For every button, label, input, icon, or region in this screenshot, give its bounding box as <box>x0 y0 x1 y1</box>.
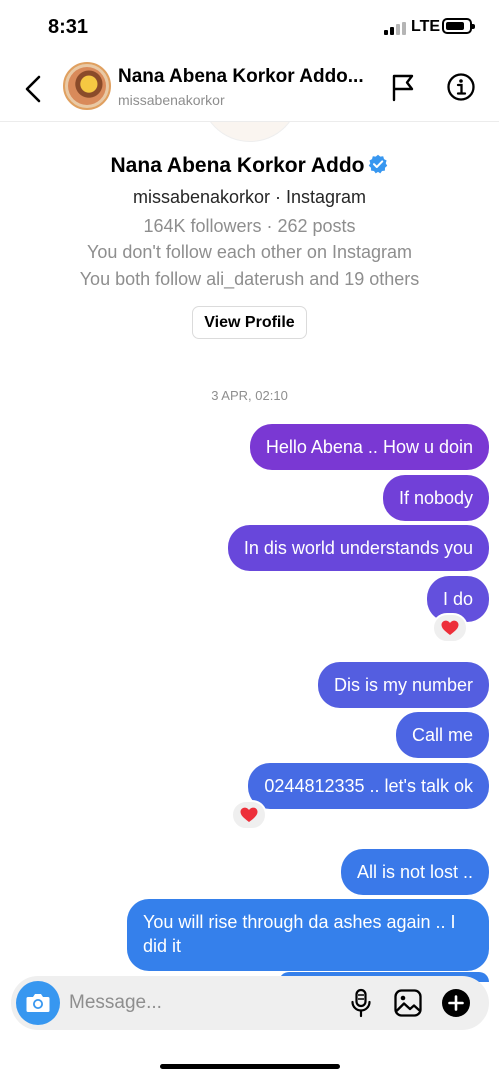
message-bubble[interactable]: Dis is my number <box>317 662 489 708</box>
profile-name-row: Nana Abena Korkor Addo <box>0 154 499 178</box>
message-bubble[interactable]: All is not lost .. <box>340 849 489 895</box>
message-bubble[interactable]: 0244812335 .. let's talk ok <box>248 763 489 809</box>
message-bubble[interactable]: Call me <box>395 712 489 758</box>
flag-icon[interactable] <box>390 72 416 102</box>
view-profile-button[interactable]: View Profile <box>192 306 307 339</box>
profile-stats: 164K followers · 262 posts <box>143 216 356 236</box>
message-input[interactable] <box>69 988 339 1018</box>
avatar[interactable] <box>63 62 111 110</box>
message-bubble[interactable]: If nobody <box>382 475 489 521</box>
network-label: LTE <box>411 18 441 35</box>
message-bubble[interactable]: In dis world understands you <box>227 525 489 571</box>
battery-icon <box>442 18 475 34</box>
signal-icon <box>384 22 406 35</box>
header-name[interactable]: Nana Abena Korkor Addo... <box>118 66 380 88</box>
message-timestamp: 3 APR, 02:10 <box>211 388 288 403</box>
status-time: 8:31 <box>48 16 89 38</box>
microphone-icon[interactable] <box>349 988 373 1018</box>
mutual-followers: You both follow ali_daterush and 19 othe… <box>79 269 420 289</box>
follow-status: You don't follow each other on Instagram <box>87 242 412 262</box>
header-handle[interactable]: missabenakorkor <box>118 92 225 108</box>
camera-icon <box>26 994 50 1012</box>
message-bubble[interactable]: Hello Abena .. How u doin <box>249 424 489 470</box>
info-icon[interactable] <box>446 72 476 102</box>
message-composer <box>11 976 489 1030</box>
verified-badge-icon <box>369 154 388 174</box>
profile-name: Nana Abena Korkor Addo <box>110 154 365 177</box>
message-bubble[interactable]: You will rise through da ashes again .. … <box>127 899 489 971</box>
heart-reaction[interactable] <box>432 613 468 643</box>
heart-icon <box>441 620 459 635</box>
heart-reaction[interactable] <box>231 800 267 830</box>
back-arrow-icon[interactable] <box>22 72 46 106</box>
gallery-icon[interactable] <box>393 988 423 1018</box>
chat-header: Nana Abena Korkor Addo... missabenakorko… <box>0 56 499 122</box>
status-bar: 8:31 LTE <box>0 0 499 56</box>
profile-subtitle: missabenakorkor · Instagram <box>132 187 367 207</box>
camera-button[interactable] <box>16 981 60 1025</box>
heart-icon <box>240 807 258 822</box>
add-icon[interactable] <box>441 988 471 1018</box>
home-indicator <box>160 1064 340 1069</box>
